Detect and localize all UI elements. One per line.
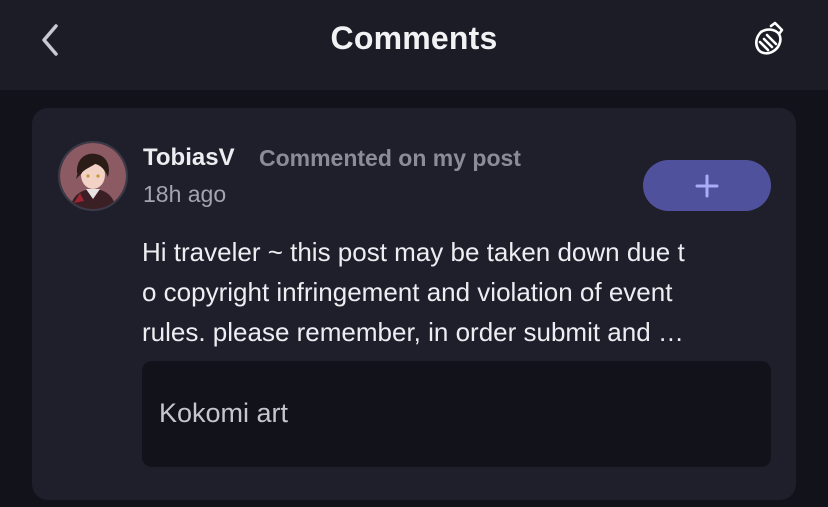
comment-action-text: Commented on my post — [259, 145, 521, 171]
referenced-post[interactable]: Kokomi art — [142, 361, 771, 467]
comment-text-line: o copyright infringement and violation o… — [142, 277, 673, 307]
referenced-post-title: Kokomi art — [159, 398, 289, 428]
user-avatar-image — [60, 143, 126, 209]
comment-text-line: Hi traveler ~ this post may be taken dow… — [142, 237, 685, 267]
comment-text-line: rules. please remember, in order submit … — [142, 317, 684, 347]
page-title: Comments — [330, 20, 498, 56]
plus-icon — [695, 174, 719, 197]
avatar[interactable] — [58, 141, 128, 211]
top-bar: Comments — [0, 0, 828, 90]
comment-text[interactable]: Hi traveler ~ this post may be taken dow… — [142, 232, 776, 352]
comment-card[interactable]: TobiasV Commented on my post 18h ago Hi … — [32, 108, 796, 500]
follow-button[interactable] — [643, 160, 771, 211]
username[interactable]: TobiasV — [143, 144, 235, 172]
clear-all-button[interactable] — [744, 18, 794, 62]
comment-timestamp: 18h ago — [143, 181, 227, 207]
broom-icon — [755, 21, 784, 55]
